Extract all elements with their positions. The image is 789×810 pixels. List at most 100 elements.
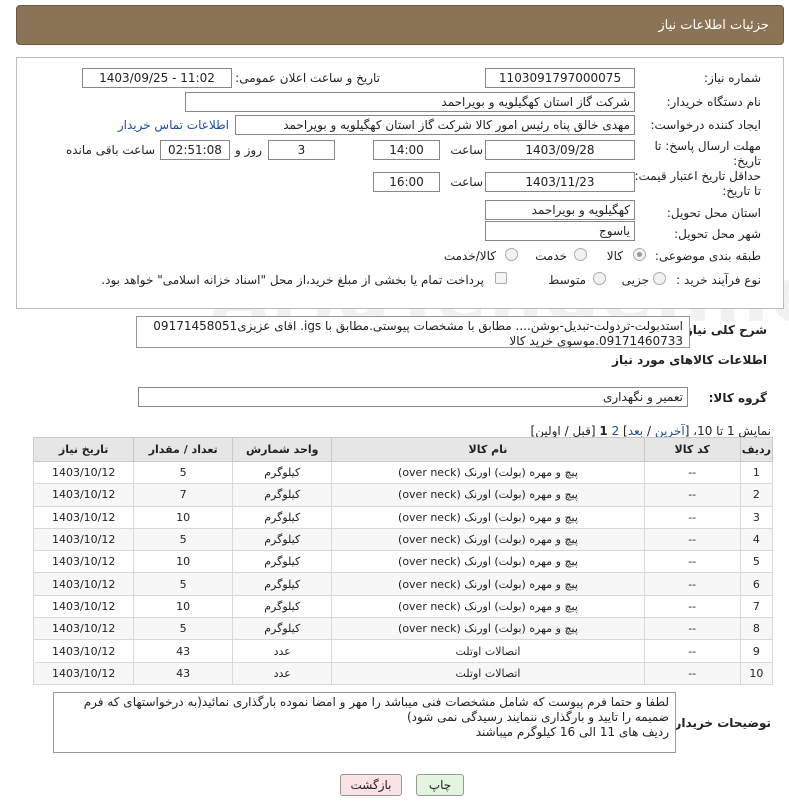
cell-item-name: پیچ و مهره (بولت) اورنک (over neck) (331, 617, 645, 641)
cell-need-date: 1403/10/12 (32, 483, 135, 507)
creator-field: مهدی خالق پناه رئیس امور کالا شرکت گاز ا… (235, 115, 635, 135)
pagination-current-page: 1 (599, 424, 608, 438)
deadline-time-field: 14:00 (373, 140, 440, 160)
goods-group-label: گروه کالا: (708, 391, 767, 405)
cell-quantity: 5 (133, 460, 234, 485)
cell-item-code: -- (643, 617, 741, 641)
days-field: 3 (268, 140, 335, 160)
cell-item-name: پیچ و مهره (بولت) اورنک (over neck) (331, 483, 645, 507)
cell-item-name: پیچ و مهره (بولت) اورنک (over neck) (331, 550, 645, 574)
cell-row-number: 1 (739, 460, 774, 485)
table-row: 6 -- پیچ و مهره (بولت) اورنک (over neck) کی… (32, 572, 774, 596)
cell-item-name: اتصالات اوتلت (331, 661, 645, 685)
process-medium-label: متوسط (548, 273, 586, 287)
cell-quantity: 43 (133, 639, 234, 663)
city-label: شهر محل تحویل: (674, 227, 761, 241)
cell-quantity: 5 (133, 617, 234, 641)
cell-unit: کیلوگرم (232, 617, 333, 641)
treasury-payment-note: پرداخت تمام یا بخشی از مبلغ خرید،از محل … (101, 273, 484, 287)
pagination-next-link[interactable]: بعد (628, 424, 643, 438)
cell-unit: کیلوگرم (232, 460, 333, 485)
category-label: طبقه بندی موضوعی: (654, 249, 761, 263)
cell-row-number: 7 (739, 594, 774, 619)
cell-item-name: پیچ و مهره (بولت) اورنک (over neck) (331, 572, 645, 596)
pagination: نمایش 1 تا 10، [آخرین / بعد] 2 1 [قبل / … (531, 424, 771, 438)
col-row-header: ردیف (739, 437, 774, 462)
deadline-label: مهلت ارسال پاسخ: تا تاریخ: (654, 139, 761, 168)
cell-row-number: 2 (739, 483, 774, 507)
price-validity-time-field: 16:00 (373, 172, 440, 192)
cell-item-code: -- (643, 527, 741, 552)
cell-need-date: 1403/10/12 (32, 505, 135, 529)
cell-row-number: 3 (739, 505, 774, 529)
summary-label: شرح کلی نیاز: (681, 323, 767, 337)
table-header-row: ردیف کد کالا نام کالا واحد شمارش تعداد /… (32, 437, 774, 462)
category-goods-label: کالا (606, 249, 623, 263)
cell-row-number: 9 (739, 639, 774, 663)
cell-item-name: پیچ و مهره (بولت) اورنک (over neck) (331, 505, 645, 529)
deadline-date-field: 1403/09/28 (485, 140, 635, 160)
buyer-contact-link[interactable]: اطلاعات تماس خریدار (118, 118, 229, 132)
cell-item-code: -- (643, 483, 741, 507)
cell-item-name: اتصالات اوتلت (331, 639, 645, 663)
table-row: 10 -- اتصالات اوتلت عدد 43 1403/10/12 (32, 661, 774, 685)
pagination-bracket: ] (619, 424, 628, 438)
cell-need-date: 1403/10/12 (32, 572, 135, 596)
table-row: 4 -- پیچ و مهره (بولت) اورنک (over neck) کی… (32, 527, 774, 552)
cell-need-date: 1403/10/12 (32, 639, 135, 663)
back-button[interactable]: بازگشت (340, 774, 402, 796)
table-row: 9 -- اتصالات اوتلت عدد 43 1403/10/12 (32, 639, 774, 663)
cell-quantity: 10 (133, 594, 234, 619)
province-label: استان محل تحویل: (666, 206, 761, 220)
announce-field: 1403/09/25 - 11:02 (82, 68, 232, 88)
col-unit-header: واحد شمارش (232, 437, 333, 462)
cell-row-number: 6 (739, 572, 774, 596)
buyer-org-label: نام دستگاه خریدار: (666, 95, 762, 109)
table-row: 1 -- پیچ و مهره (بولت) اورنک (over neck) کی… (32, 460, 774, 485)
cell-quantity: 10 (133, 505, 234, 529)
remaining-time-field: 02:51:08 (160, 140, 230, 160)
summary-line-1: استدبولت-تردولت-تبدیل-بوشن.... مطابق با … (153, 319, 683, 333)
pagination-last-link[interactable]: آخرین (655, 424, 685, 438)
cell-unit: عدد (232, 639, 333, 663)
category-radio-service[interactable] (574, 248, 587, 261)
buyer-notes-line-1: لطفا و حتما فرم پیوست که شامل مشخصات فنی… (83, 695, 669, 709)
goods-group-field: تعمیر و نگهداری (138, 387, 688, 407)
cell-row-number: 10 (739, 661, 774, 685)
table-row: 7 -- پیچ و مهره (بولت) اورنک (over neck) کی… (32, 594, 774, 619)
process-radio-minor[interactable] (653, 272, 666, 285)
cell-item-code: -- (643, 572, 741, 596)
col-name-header: نام کالا (331, 437, 645, 462)
cell-need-date: 1403/10/12 (32, 617, 135, 641)
table-row: 2 -- پیچ و مهره (بولت) اورنک (over neck) کی… (32, 483, 774, 507)
days-label: روز و (235, 143, 262, 157)
category-service-label: خدمت (535, 249, 567, 263)
cell-item-code: -- (643, 639, 741, 663)
summary-textarea[interactable]: استدبولت-تردولت-تبدیل-بوشن.... مطابق با … (136, 316, 690, 348)
buyer-org-field: شرکت گاز استان کهگیلویه و بویراحمد (185, 92, 635, 112)
cell-need-date: 1403/10/12 (32, 661, 135, 685)
pagination-separator: / (643, 424, 655, 438)
page-header: جزئیات اطلاعات نیاز (16, 5, 784, 45)
cell-item-name: پیچ و مهره (بولت) اورنک (over neck) (331, 460, 645, 485)
cell-need-date: 1403/10/12 (32, 460, 135, 485)
process-radio-medium[interactable] (593, 272, 606, 285)
page-title: جزئیات اطلاعات نیاز (658, 18, 769, 33)
print-button[interactable]: چاپ (416, 774, 464, 796)
cell-unit: کیلوگرم (232, 505, 333, 529)
cell-unit: عدد (232, 661, 333, 685)
buyer-notes-textarea[interactable]: لطفا و حتما فرم پیوست که شامل مشخصات فنی… (53, 692, 676, 753)
process-minor-label: جزیی (621, 273, 649, 287)
announce-label: تاریخ و ساعت اعلان عمومی: (235, 71, 380, 85)
cell-quantity: 43 (133, 661, 234, 685)
col-qty-header: تعداد / مقدار (133, 437, 234, 462)
summary-line-2: 09171460733.موسوی خرید کالا (509, 334, 683, 348)
cell-quantity: 7 (133, 483, 234, 507)
category-radio-goods[interactable] (633, 248, 646, 261)
pagination-prefix: نمایش 1 تا 10، [ (684, 424, 771, 438)
remaining-label: ساعت باقی مانده (65, 143, 155, 157)
category-radio-goods-service[interactable] (505, 248, 518, 261)
price-validity-label: حداقل تاریخ اعتبار قیمت: تا تاریخ: (634, 169, 761, 198)
table-row: 3 -- پیچ و مهره (بولت) اورنک (over neck) کی… (32, 505, 774, 529)
treasury-payment-checkbox[interactable] (495, 272, 507, 284)
